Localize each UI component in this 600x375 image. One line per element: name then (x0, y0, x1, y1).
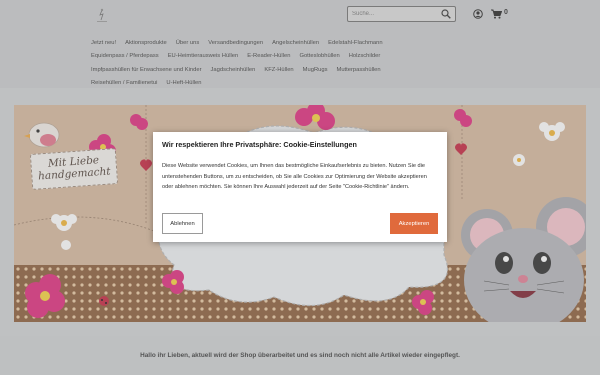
decline-cookies-button[interactable]: Ablehnen (162, 213, 203, 234)
accept-cookies-button[interactable]: Akzeptieren (390, 213, 438, 234)
cookie-dialog-title: Wir respektieren Ihre Privatsphäre: Cook… (162, 140, 357, 149)
cookie-dialog: Wir respektieren Ihre Privatsphäre: Cook… (153, 132, 447, 242)
cookie-dialog-text: Diese Website verwendet Cookies, um Ihne… (162, 163, 427, 190)
